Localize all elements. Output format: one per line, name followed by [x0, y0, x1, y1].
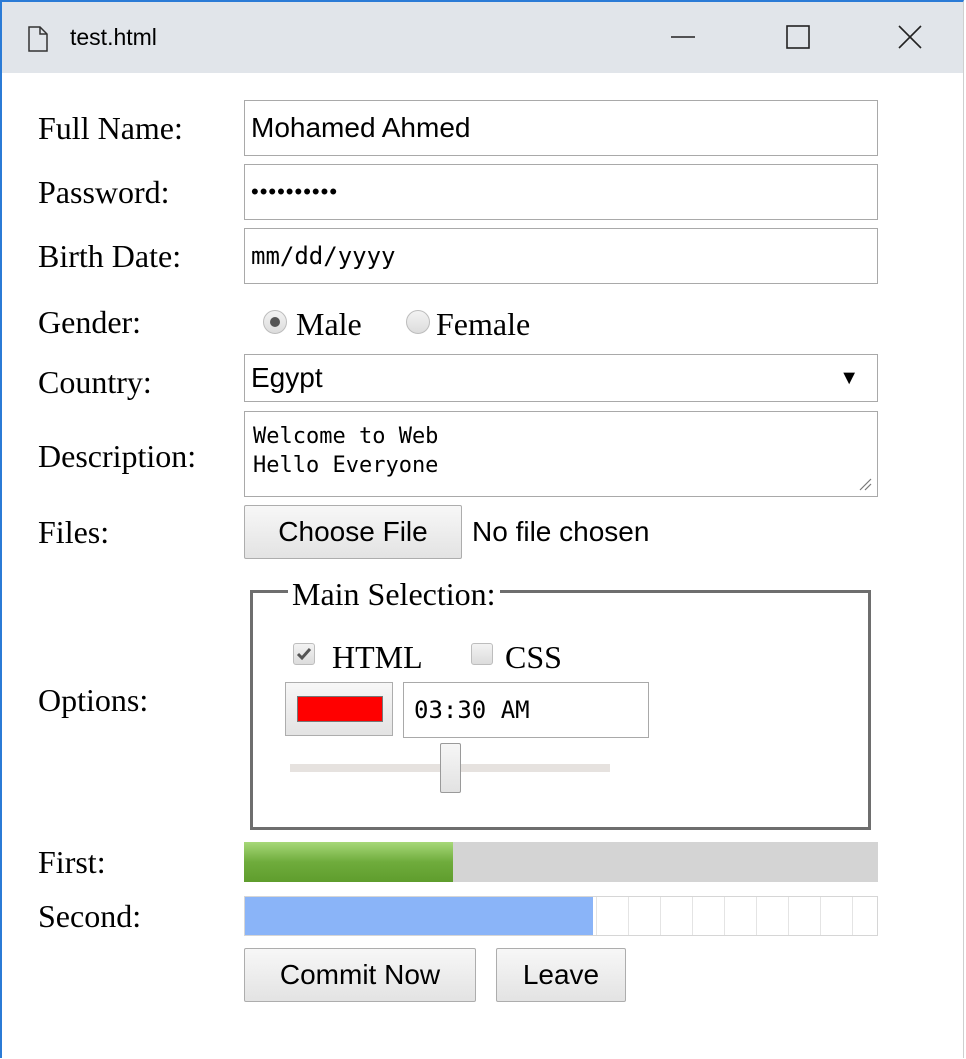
first-progress-bar: [244, 842, 878, 882]
birth-date-input[interactable]: mm/dd/yyyy: [244, 228, 878, 284]
gender-male-label: Male: [296, 306, 362, 342]
close-button[interactable]: [886, 16, 932, 56]
html-checkbox[interactable]: [293, 643, 315, 665]
close-icon: [898, 25, 922, 49]
second-meter-bar: [244, 896, 878, 936]
html-checkbox-label: HTML: [332, 639, 423, 675]
gender-female-label: Female: [436, 306, 531, 342]
minimize-button[interactable]: [659, 16, 705, 56]
description-label: Description:: [38, 438, 197, 474]
minimize-icon: [671, 36, 695, 38]
checkmark-icon: [296, 648, 312, 661]
full-name-input[interactable]: Mohamed Ahmed: [244, 100, 878, 156]
commit-now-button[interactable]: Commit Now: [244, 948, 476, 1002]
options-label: Options:: [38, 682, 149, 718]
css-checkbox-label: CSS: [505, 639, 562, 675]
gender-label: Gender:: [38, 304, 142, 340]
second-meter-fill: [245, 897, 593, 935]
full-name-label: Full Name:: [38, 110, 183, 146]
birth-date-label: Birth Date:: [38, 238, 182, 274]
files-label: Files:: [38, 514, 110, 550]
maximize-icon: [786, 25, 810, 49]
password-input[interactable]: ••••••••••: [244, 164, 878, 220]
second-label: Second:: [38, 898, 142, 934]
country-label: Country:: [38, 364, 152, 400]
document-icon: [28, 26, 48, 57]
time-input[interactable]: 03:30 AM: [403, 682, 649, 738]
range-slider-thumb[interactable]: [439, 743, 461, 793]
css-checkbox[interactable]: [471, 643, 493, 665]
description-textarea[interactable]: Welcome to Web Hello Everyone: [244, 411, 878, 497]
password-label: Password:: [38, 174, 170, 210]
main-selection-legend: Main Selection:: [288, 576, 500, 612]
chevron-down-icon: ▼: [839, 367, 859, 389]
gender-female-radio[interactable]: [406, 310, 430, 334]
country-select[interactable]: Egypt ▼: [244, 354, 878, 402]
maximize-button[interactable]: [774, 16, 820, 56]
resize-grip-icon[interactable]: [858, 477, 872, 491]
country-selected-value: Egypt: [251, 362, 323, 393]
browser-window: test.html Full Name: Mohamed Ahmed Passw…: [0, 0, 964, 1058]
first-progress-fill: [244, 842, 454, 882]
window-title: test.html: [70, 24, 157, 50]
color-swatch: [297, 696, 383, 722]
gender-male-radio[interactable]: [263, 310, 287, 334]
title-bar: test.html: [2, 2, 963, 73]
file-status-text: No file chosen: [472, 516, 650, 547]
color-picker-button[interactable]: [285, 682, 393, 736]
choose-file-button[interactable]: Choose File: [244, 505, 462, 559]
first-label: First:: [38, 844, 106, 880]
leave-button[interactable]: Leave: [496, 948, 626, 1002]
